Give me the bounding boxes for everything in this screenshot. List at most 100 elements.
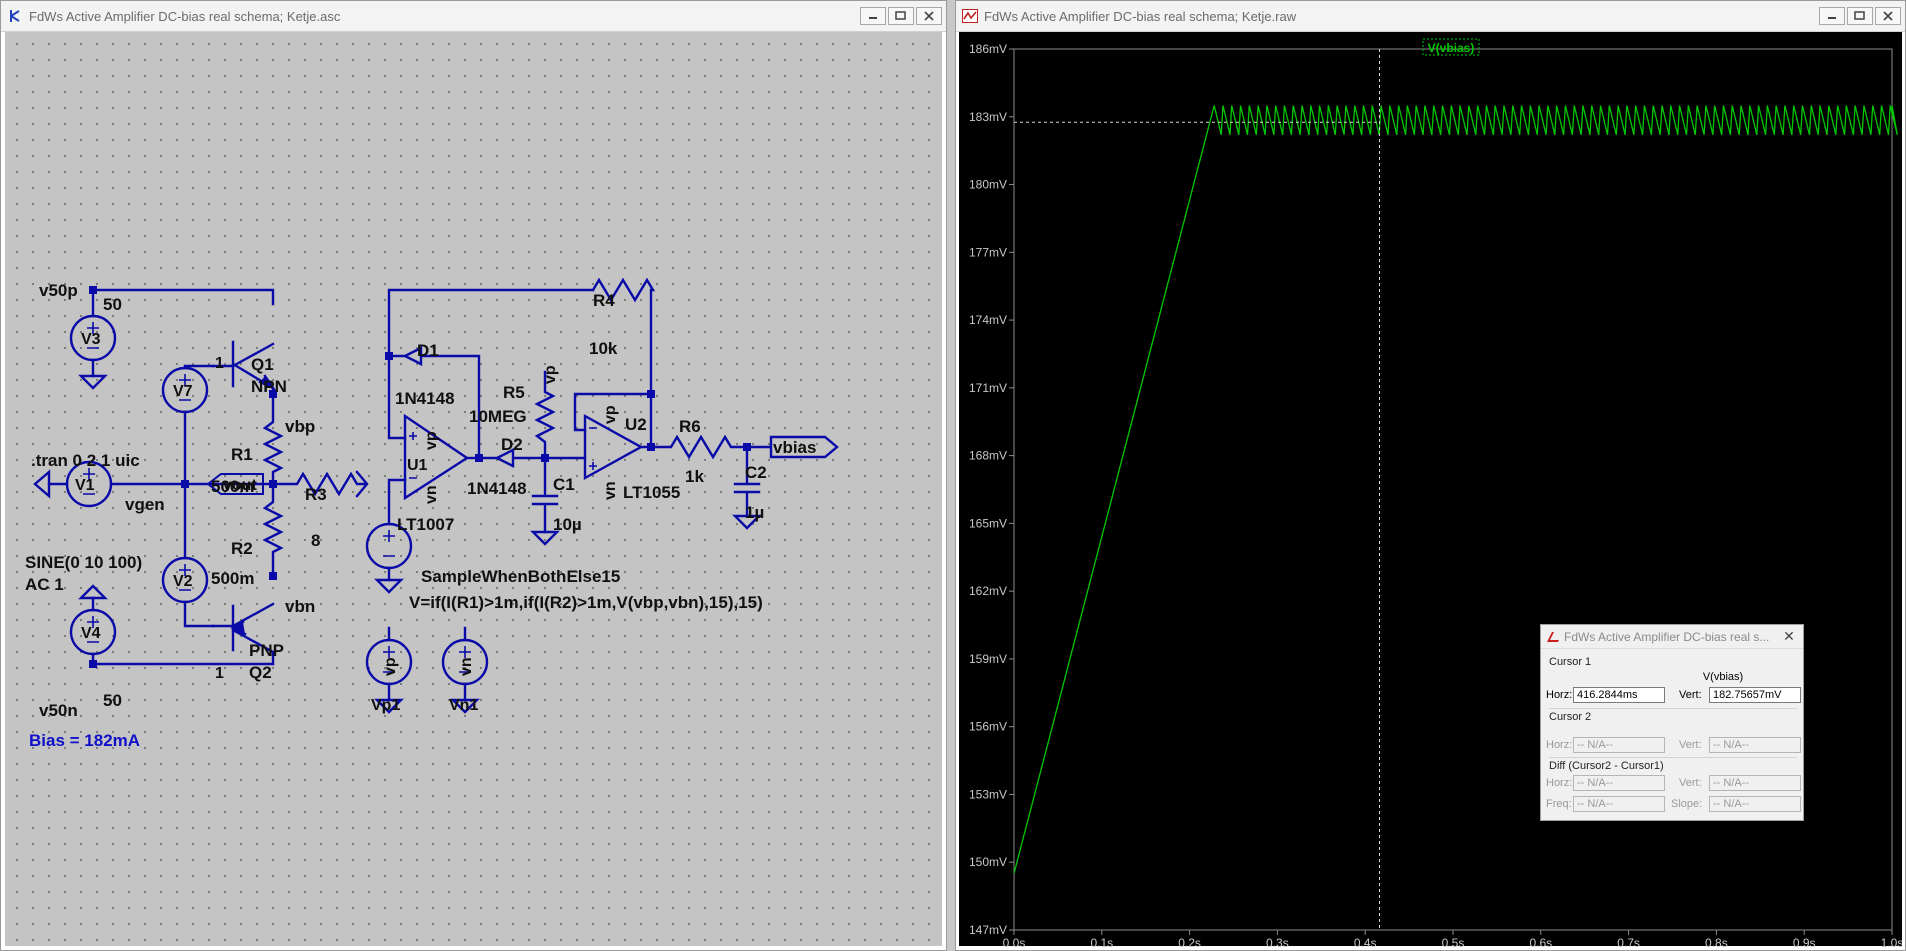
y-tick-label: 153mV — [969, 787, 1007, 801]
y-tick-label: 159mV — [969, 652, 1007, 666]
x-tick-label: 1.0s — [1881, 936, 1902, 948]
ltspice-logo-icon — [1547, 631, 1559, 642]
r6-ref: R6 — [679, 417, 701, 436]
cursor2-horz-field[interactable]: -- N/A-- — [1573, 737, 1665, 753]
diff-slope-field[interactable]: -- N/A-- — [1709, 796, 1801, 812]
v2-ref: V2 — [173, 573, 193, 590]
close-button[interactable] — [916, 7, 942, 25]
x-tick-label: 0.5s — [1442, 936, 1465, 948]
v3-ref: V3 — [81, 331, 101, 348]
q1-type: NPN — [251, 377, 287, 396]
diff-freq-field[interactable]: -- N/A-- — [1573, 796, 1665, 812]
r3-ref: R3 — [305, 485, 327, 504]
c1-value: 10µ — [553, 515, 582, 534]
c1-ref: C1 — [553, 475, 575, 494]
net-label-v50p: v50p — [39, 281, 78, 300]
cursor1-horz-field[interactable]: 416.2844ms — [1573, 687, 1665, 703]
net-label-vbn: vbn — [285, 597, 315, 616]
u2-value: LT1055 — [623, 483, 680, 502]
y-tick-label: 150mV — [969, 855, 1007, 869]
schematic-titlebar[interactable]: FdWs Active Amplifier DC-bias real schem… — [1, 1, 946, 32]
restore-button[interactable] — [888, 7, 914, 25]
diff-vert-label: Vert: — [1679, 777, 1702, 789]
net-label-vbias[interactable]: vbias — [773, 438, 816, 457]
diff-horz-field[interactable]: -- N/A-- — [1573, 775, 1665, 791]
cursor2-vert-field[interactable]: -- N/A-- — [1709, 737, 1801, 753]
v4-value: 50 — [103, 691, 122, 710]
bias-comment[interactable]: Bias = 182mA — [29, 731, 140, 750]
q1-ref: Q1 — [251, 355, 274, 374]
vn1-ref: Vn1 — [449, 697, 478, 714]
q2-type: PNP — [249, 641, 284, 660]
x-tick-label: 0.6s — [1529, 936, 1552, 948]
q2-pin: 1 — [215, 665, 224, 682]
schematic-window: FdWs Active Amplifier DC-bias real schem… — [0, 0, 947, 951]
y-tick-label: 165mV — [969, 516, 1007, 530]
q1-pin: 1 — [215, 355, 224, 372]
y-tick-label: 177mV — [969, 245, 1007, 259]
r4-value: 10k — [589, 339, 618, 358]
x-tick-label: 0.0s — [1003, 936, 1026, 948]
cursor-readout-dialog[interactable]: FdWs Active Amplifier DC-bias real s... … — [1540, 624, 1804, 821]
cursor2-group-label: Cursor 2 — [1549, 711, 1592, 723]
y-tick-label: 156mV — [969, 720, 1007, 734]
x-tick-label: 0.7s — [1617, 936, 1640, 948]
y-tick-label: 186mV — [969, 42, 1007, 56]
schematic-canvas[interactable]: v50p 50 V3 V7 1 Q1 NPN vbp R1 500m R3 8 … — [5, 32, 942, 946]
d2-value: 1N4148 — [467, 479, 527, 498]
waveform-title: FdWs Active Amplifier DC-bias real schem… — [984, 8, 1297, 24]
v1-value-ac: AC 1 — [25, 575, 64, 594]
d2-ref: D2 — [501, 435, 523, 454]
u2-vp-label: vp — [602, 405, 619, 424]
waveform-titlebar[interactable]: FdWs Active Amplifier DC-bias real schem… — [956, 1, 1905, 32]
r2-ref: R2 — [231, 539, 253, 558]
q2-ref: Q2 — [249, 663, 272, 682]
x-tick-label: 0.3s — [1266, 936, 1289, 948]
r6-value: 1k — [685, 467, 704, 486]
d1-ref: D1 — [417, 341, 439, 360]
v1-ref: V1 — [75, 477, 95, 494]
v7-ref: V7 — [173, 383, 193, 400]
cursor1-vert-field[interactable]: 182.75657mV — [1709, 687, 1801, 703]
u1-value: LT1007 — [397, 515, 454, 534]
ltspice-schematic-icon — [7, 8, 23, 24]
minimize-button[interactable] — [860, 7, 886, 25]
close-icon[interactable]: ✕ — [1781, 628, 1797, 645]
y-tick-label: 168mV — [969, 449, 1007, 463]
diff-vert-field[interactable]: -- N/A-- — [1709, 775, 1801, 791]
cursor1-horz-label: Horz: — [1546, 689, 1573, 701]
b1-expression: V=if(I(R1)>1m,if(I(R2)>1m,V(vbp,vbn),15)… — [409, 593, 763, 612]
u2-ref: U2 — [625, 415, 647, 434]
cursor-dialog-title: FdWs Active Amplifier DC-bias real s... — [1564, 629, 1770, 644]
divider — [1549, 757, 1797, 758]
minimize-button[interactable] — [1819, 7, 1845, 25]
cursor2-vert-label: Vert: — [1679, 739, 1702, 751]
vp1-vp-label: vp — [382, 657, 399, 676]
r5-ref: R5 — [503, 383, 525, 402]
cursor-dialog-titlebar[interactable]: FdWs Active Amplifier DC-bias real s... … — [1541, 625, 1803, 649]
net-label-vgen: vgen — [125, 495, 165, 514]
u2-vn-label: vn — [602, 481, 619, 500]
y-tick-label: 171mV — [969, 381, 1007, 395]
vp1-ref: Vp1 — [371, 697, 400, 714]
b1-name: SampleWhenBothElse15 — [421, 567, 620, 586]
cursor2-horz-label: Horz: — [1546, 739, 1573, 751]
net-label-vout[interactable]: vout — [223, 477, 257, 494]
r5-vp-label: vp — [542, 365, 559, 384]
diff-slope-label: Slope: — [1671, 798, 1703, 810]
net-label-v50n: v50n — [39, 701, 78, 720]
r4-ref: R4 — [593, 291, 615, 310]
cursor1-vert-label: Vert: — [1679, 689, 1702, 701]
y-tick-label: 147mV — [969, 923, 1007, 937]
x-tick-label: 0.4s — [1354, 936, 1377, 948]
u1-vn-label: vn — [423, 485, 440, 504]
v4-ref: V4 — [81, 625, 101, 642]
r1-ref: R1 — [231, 445, 253, 464]
y-tick-label: 180mV — [969, 178, 1007, 192]
close-button[interactable] — [1875, 7, 1901, 25]
trace-label[interactable]: V(vbias) — [1428, 41, 1475, 55]
restore-button[interactable] — [1847, 7, 1873, 25]
tran-directive[interactable]: .tran 0 2 1 uic — [31, 451, 140, 470]
c2-value: 1µ — [745, 503, 764, 522]
y-tick-label: 162mV — [969, 584, 1007, 598]
